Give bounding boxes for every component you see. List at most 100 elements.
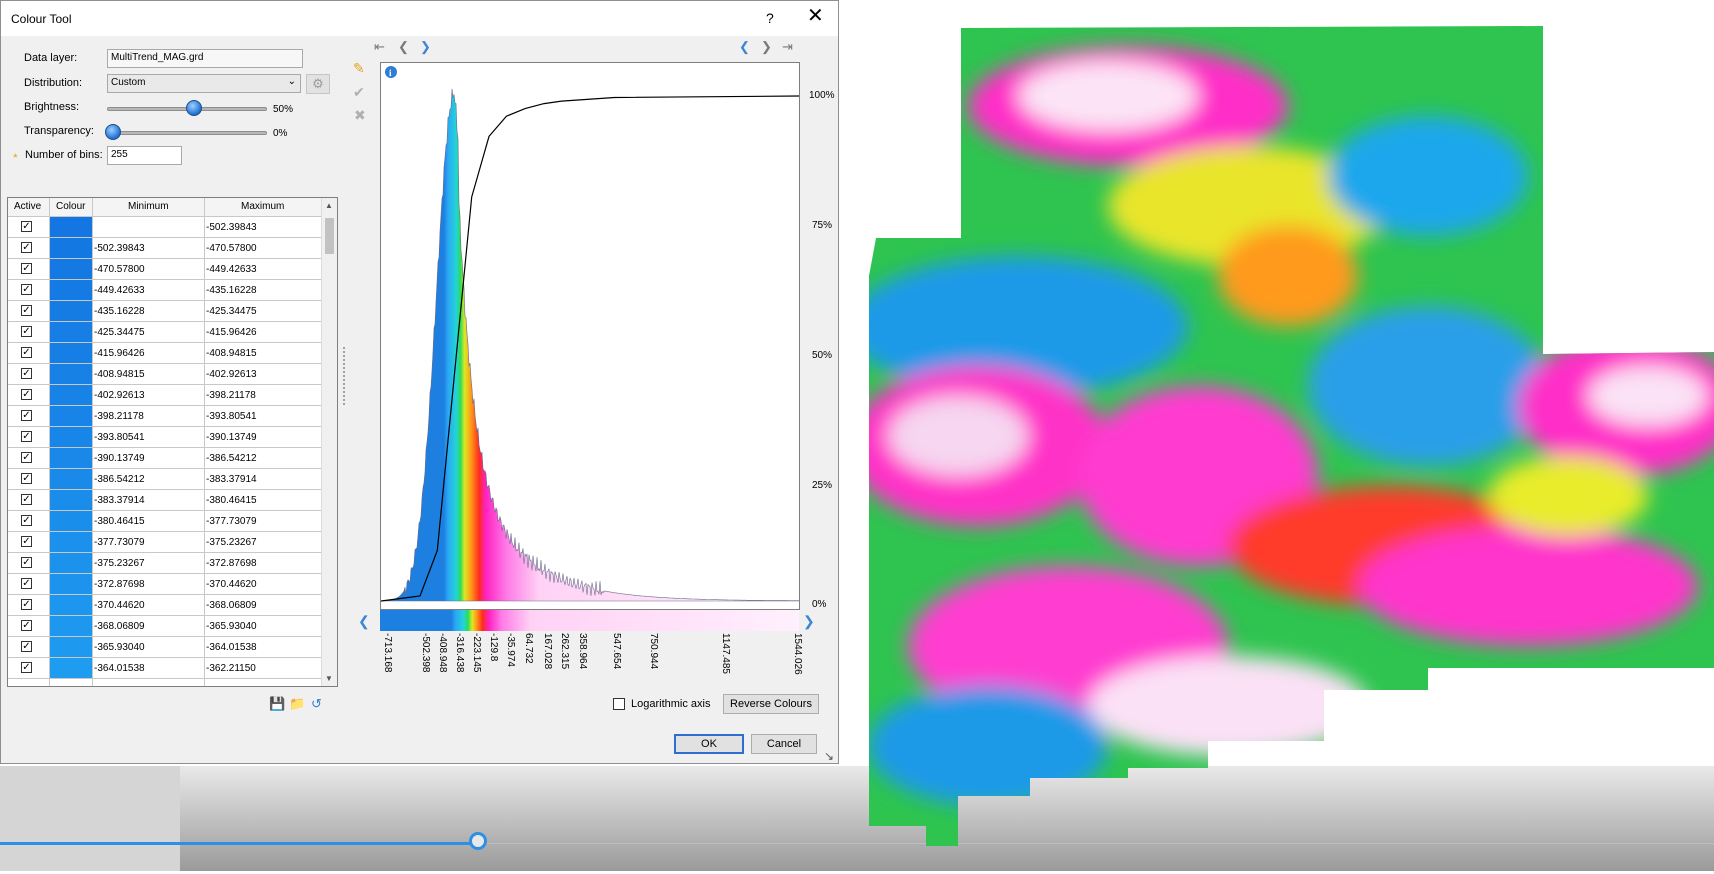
scroll-right-icon[interactable]: ❯ — [803, 613, 815, 630]
reverse-colours-button[interactable]: Reverse Colours — [723, 694, 819, 714]
table-row[interactable]: ✓ -425.34475 -415.96426 — [8, 322, 321, 343]
colour-swatch[interactable] — [50, 364, 92, 384]
ok-button[interactable]: OK — [674, 734, 744, 754]
active-checkbox[interactable]: ✓ — [21, 599, 32, 610]
minimum-cell[interactable]: -415.96426 — [94, 348, 145, 359]
maximum-cell[interactable]: -368.06809 — [206, 600, 257, 611]
maximum-cell[interactable]: -398.21178 — [206, 390, 256, 401]
table-row[interactable]: ✓ -449.42633 -435.16228 — [8, 280, 321, 301]
folder-icon[interactable]: 📁 — [289, 696, 305, 712]
maximum-cell[interactable]: -425.34475 — [206, 306, 257, 317]
active-checkbox[interactable]: ✓ — [21, 263, 32, 274]
last-icon[interactable]: ⇥ — [782, 39, 793, 55]
active-checkbox[interactable]: ✓ — [21, 368, 32, 379]
colour-swatch[interactable] — [50, 595, 92, 615]
minimum-cell[interactable]: -372.87698 — [94, 579, 145, 590]
active-checkbox[interactable]: ✓ — [21, 578, 32, 589]
histogram-chart[interactable]: i — [380, 62, 800, 610]
colour-swatch[interactable] — [50, 280, 92, 300]
colour-swatch[interactable] — [50, 511, 92, 531]
active-checkbox[interactable]: ✓ — [21, 326, 32, 337]
colour-swatch[interactable] — [50, 532, 92, 552]
bins-field[interactable]: 255 — [107, 146, 182, 165]
video-progress-bar[interactable] — [0, 842, 480, 845]
maximum-cell[interactable]: -390.13749 — [206, 432, 257, 443]
table-row[interactable]: ✓ -370.44620 -368.06809 — [8, 595, 321, 616]
colour-swatch[interactable] — [50, 301, 92, 321]
table-row[interactable]: ✓ -402.92613 -398.21178 — [8, 385, 321, 406]
transparency-slider-handle[interactable] — [105, 124, 121, 140]
active-checkbox[interactable]: ✓ — [21, 305, 32, 316]
table-row[interactable]: ✓ -502.39843 — [8, 217, 321, 238]
first-icon[interactable]: ⇤ — [374, 39, 385, 55]
minimum-cell[interactable]: -375.23267 — [94, 558, 145, 569]
minimum-cell[interactable]: -408.94815 — [94, 369, 145, 380]
maximum-cell[interactable]: -362.21150 — [206, 663, 256, 674]
colour-swatch[interactable] — [50, 322, 92, 342]
maximum-cell[interactable]: -365.93040 — [206, 621, 257, 632]
maximum-cell[interactable]: -402.92613 — [206, 369, 257, 380]
header-minimum[interactable]: Minimum — [128, 201, 169, 212]
maximum-cell[interactable]: -408.94815 — [206, 348, 257, 359]
table-scrollbar[interactable]: ▲ ▼ — [321, 198, 337, 686]
minimum-cell[interactable]: -393.80541 — [94, 432, 145, 443]
minimum-cell[interactable]: -390.13749 — [94, 453, 145, 464]
minimum-cell[interactable]: -364.01538 — [94, 663, 145, 674]
active-checkbox[interactable]: ✓ — [21, 641, 32, 652]
maximum-cell[interactable]: -449.42633 — [206, 264, 257, 275]
colour-swatch[interactable] — [50, 469, 92, 489]
colour-swatch[interactable] — [50, 616, 92, 636]
maximum-cell[interactable]: -375.23267 — [206, 537, 257, 548]
active-checkbox[interactable]: ✓ — [21, 662, 32, 673]
scroll-up-icon[interactable]: ▲ — [325, 201, 333, 210]
video-scrub-handle[interactable] — [469, 832, 487, 850]
minimum-cell[interactable]: -377.73079 — [94, 537, 145, 548]
pencil-icon[interactable]: ✎ — [353, 60, 365, 77]
scroll-thumb[interactable] — [325, 218, 334, 254]
table-row[interactable]: ✓ -377.73079 -375.23267 — [8, 532, 321, 553]
maximum-cell[interactable]: -502.39843 — [206, 222, 257, 233]
minimum-cell[interactable]: -368.06809 — [94, 621, 145, 632]
active-checkbox[interactable]: ✓ — [21, 389, 32, 400]
active-checkbox[interactable]: ✓ — [21, 452, 32, 463]
cross-icon[interactable]: ✖ — [354, 107, 366, 124]
log-axis-checkbox[interactable] — [613, 698, 625, 710]
maximum-cell[interactable]: -415.96426 — [206, 327, 257, 338]
minimum-cell[interactable]: -380.46415 — [94, 516, 145, 527]
header-colour[interactable]: Colour — [56, 201, 85, 212]
maximum-cell[interactable]: -370.44620 — [206, 579, 257, 590]
minimum-cell[interactable]: -425.34475 — [94, 327, 145, 338]
table-row[interactable]: ✓ -372.87698 -370.44620 — [8, 574, 321, 595]
minimum-cell[interactable]: -402.92613 — [94, 390, 145, 401]
minimum-cell[interactable]: -449.42633 — [94, 285, 145, 296]
table-row[interactable]: ✓ -398.21178 -393.80541 — [8, 406, 321, 427]
splitter-grip[interactable] — [342, 346, 346, 406]
distribution-select[interactable]: Custom ⌄ — [107, 74, 301, 93]
colour-swatch[interactable] — [50, 427, 92, 447]
active-checkbox[interactable]: ✓ — [21, 473, 32, 484]
save-icon[interactable]: 💾 — [269, 696, 285, 712]
table-row[interactable]: ✓ -365.93040 -364.01538 — [8, 637, 321, 658]
table-row[interactable]: ✓ -364.01538 -362.21150 — [8, 658, 321, 679]
active-checkbox[interactable]: ✓ — [21, 284, 32, 295]
table-row[interactable]: ✓ -368.06809 -365.93040 — [8, 616, 321, 637]
active-checkbox[interactable]: ✓ — [21, 620, 32, 631]
scroll-left-icon[interactable]: ❮ — [358, 613, 370, 630]
gear-icon[interactable]: ⚙ — [306, 74, 330, 94]
table-row[interactable]: ✓ -375.23267 -372.87698 — [8, 553, 321, 574]
data-layer-field[interactable]: MultiTrend_MAG.grd — [107, 49, 303, 68]
colour-swatch[interactable] — [50, 259, 92, 279]
colour-swatch[interactable] — [50, 637, 92, 657]
colour-swatch[interactable] — [50, 553, 92, 573]
table-row[interactable]: ✓ -408.94815 -402.92613 — [8, 364, 321, 385]
table-row[interactable]: ✓ -470.57800 -449.42633 — [8, 259, 321, 280]
active-checkbox[interactable]: ✓ — [21, 515, 32, 526]
table-row[interactable]: ✓ -386.54212 -383.37914 — [8, 469, 321, 490]
colour-swatch[interactable] — [50, 490, 92, 510]
header-maximum[interactable]: Maximum — [241, 201, 284, 212]
table-row[interactable]: ✓ -435.16228 -425.34475 — [8, 301, 321, 322]
active-checkbox[interactable]: ✓ — [21, 494, 32, 505]
active-checkbox[interactable]: ✓ — [21, 431, 32, 442]
brightness-slider-handle[interactable] — [186, 100, 202, 116]
table-row[interactable]: ✓ -502.39843 -470.57800 — [8, 238, 321, 259]
